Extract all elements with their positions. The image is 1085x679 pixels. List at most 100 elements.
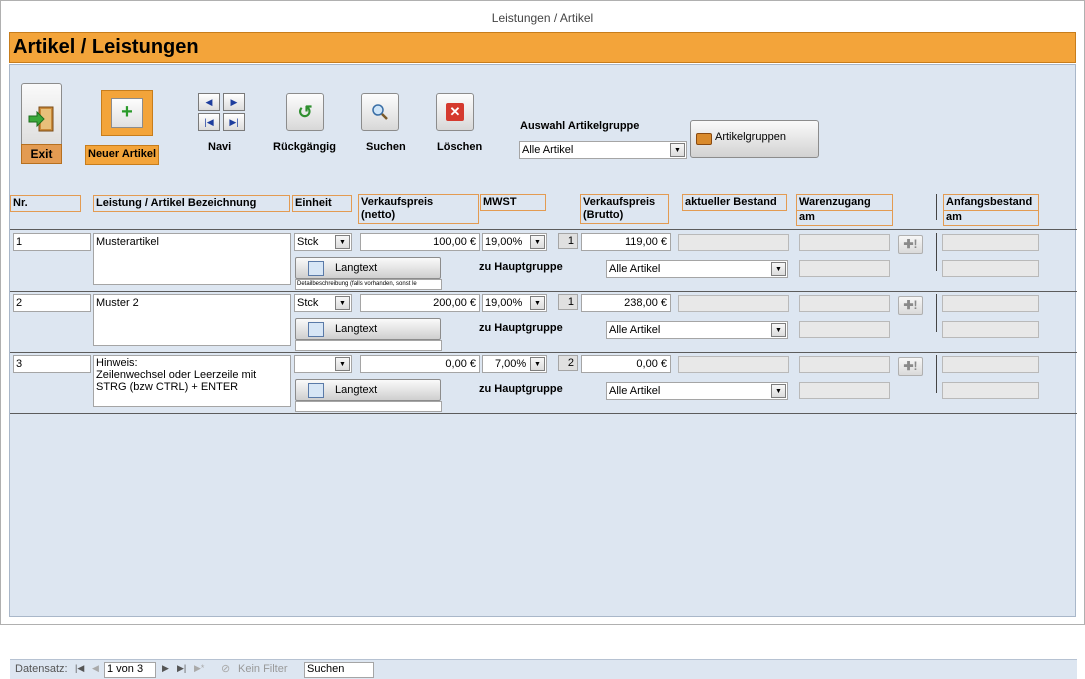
row3-group-value: Alle Artikel <box>609 385 661 397</box>
row3-receipt-date-field <box>799 382 890 399</box>
row1-gross-field[interactable]: 119,00 € <box>581 233 671 251</box>
row1-group-label: zu Hauptgruppe <box>479 261 563 273</box>
row2-unit-select[interactable]: Stck ▼ <box>294 294 352 312</box>
col-header-receipt-line1: Warenzugang <box>799 196 871 208</box>
edit-document-icon <box>308 261 324 276</box>
first-record-button[interactable]: |◀ <box>75 663 84 674</box>
next-record-button[interactable]: ▶ <box>162 663 169 674</box>
plus-icon: + <box>111 98 143 128</box>
exit-button[interactable]: Exit <box>21 83 62 164</box>
col-header-gross: Verkaufspreis (Brutto) <box>580 194 669 224</box>
col-header-gross-line2: (Brutto) <box>583 209 624 221</box>
row2-langtext-label: Langtext <box>335 323 378 335</box>
row2-group-select[interactable]: Alle Artikel ▼ <box>606 321 788 339</box>
prev-record-button[interactable]: ◀ <box>92 663 99 674</box>
row1-langtext-label: Langtext <box>335 262 378 274</box>
row3-langtext-button[interactable]: Langtext <box>295 379 441 401</box>
col-header-vat: MWST <box>480 194 546 211</box>
new-record-button[interactable]: ▶* <box>194 663 204 674</box>
group-select[interactable]: Alle Artikel ▼ <box>519 141 687 159</box>
row3-nr-field[interactable]: 3 <box>13 355 91 373</box>
nav-next-button[interactable]: ▶ <box>223 93 245 111</box>
row3-gross-field[interactable]: 0,00 € <box>581 355 671 373</box>
delete-button[interactable]: ✕ <box>436 93 474 131</box>
filter-status[interactable]: Kein Filter <box>238 663 288 675</box>
row3-net-field[interactable]: 0,00 € <box>360 355 480 373</box>
row2-nr-field[interactable]: 2 <box>13 294 91 312</box>
chevron-down-icon: ▼ <box>530 235 545 249</box>
row1-add-receipt-button[interactable]: ✚! <box>898 235 923 254</box>
row1-net-field[interactable]: 100,00 € <box>360 233 480 251</box>
row1-unit-value: Stck <box>297 236 319 248</box>
filter-icon: ⊘ <box>221 663 231 675</box>
group-select-value: Alle Artikel <box>522 144 574 156</box>
row2-vat-select[interactable]: 19,00% ▼ <box>482 294 547 312</box>
row2-langtext-button[interactable]: Langtext <box>295 318 441 340</box>
nav-last-button[interactable]: ▶| <box>223 113 245 131</box>
row1-nr-field[interactable]: 1 <box>13 233 91 251</box>
chevron-down-icon: ▼ <box>771 262 786 276</box>
search-label: Suchen <box>366 141 406 153</box>
new-article-label: Neuer Artikel <box>85 145 160 165</box>
nav-prev-button[interactable]: ◀ <box>198 93 220 111</box>
row3-vat-select[interactable]: 7,00% ▼ <box>482 355 547 373</box>
row2-receipt-field <box>799 295 890 312</box>
row2-gross-field[interactable]: 238,00 € <box>581 294 671 312</box>
divider <box>936 355 937 393</box>
nav-first-button[interactable]: |◀ <box>198 113 220 131</box>
row3-stock-field <box>678 356 789 373</box>
row3-group-label: zu Hauptgruppe <box>479 383 563 395</box>
chevron-down-icon: ▼ <box>530 296 545 310</box>
chevron-down-icon: ▼ <box>335 235 350 249</box>
record-search-field[interactable]: Suchen <box>304 662 374 678</box>
divider <box>936 233 937 271</box>
undo-icon: ↺ <box>297 101 313 122</box>
form-body: Exit + Neuer Artikel ◀ ▶ |◀ ▶| Navi ↺ Rü… <box>9 64 1077 679</box>
row3-add-receipt-button[interactable]: ✚! <box>898 357 923 376</box>
undo-button[interactable]: ↺ <box>286 93 324 131</box>
article-groups-button[interactable]: Artikelgruppen <box>690 120 819 158</box>
article-groups-label: Artikelgruppen <box>715 131 786 143</box>
row2-net-field[interactable]: 200,00 € <box>360 294 480 312</box>
folder-icon <box>696 133 712 145</box>
chevron-down-icon: ▼ <box>771 323 786 337</box>
app-window: Leistungen / Artikel Artikel / Leistunge… <box>0 0 1085 679</box>
col-header-gross-line1: Verkaufspreis <box>583 196 656 208</box>
edit-document-icon <box>308 322 324 337</box>
row2-initial-date-field <box>942 321 1039 338</box>
row2-initial-field <box>942 295 1039 312</box>
row3-receipt-field <box>799 356 890 373</box>
row1-group-select[interactable]: Alle Artikel ▼ <box>606 260 788 278</box>
row2-name-field[interactable]: Muster 2 <box>93 294 291 346</box>
col-header-net-line2: (netto) <box>361 209 396 221</box>
new-article-button[interactable]: + <box>101 90 153 136</box>
row1-unit-select[interactable]: Stck ▼ <box>294 233 352 251</box>
row1-stock-field <box>678 234 789 251</box>
row1-initial-date-field <box>942 260 1039 277</box>
last-record-button[interactable]: ▶| <box>177 663 186 674</box>
search-button[interactable] <box>361 93 399 131</box>
row2-add-receipt-button[interactable]: ✚! <box>898 296 923 315</box>
divider <box>936 194 937 220</box>
row3-group-select[interactable]: Alle Artikel ▼ <box>606 382 788 400</box>
row2-stock-field <box>678 295 789 312</box>
row3-hint-field <box>295 401 442 412</box>
row1-vat-select[interactable]: 19,00% ▼ <box>482 233 547 251</box>
row1-langtext-button[interactable]: Langtext <box>295 257 441 279</box>
row3-vat-code: 2 <box>558 355 578 371</box>
row1-vat-code: 1 <box>558 233 578 249</box>
row2-unit-value: Stck <box>297 297 319 309</box>
form-header: Artikel / Leistungen <box>9 32 1076 63</box>
row3-unit-select[interactable]: ▼ <box>294 355 352 373</box>
row1-initial-field <box>942 234 1039 251</box>
navi-buttons: ◀ ▶ |◀ ▶| <box>198 93 246 133</box>
divider <box>936 294 937 332</box>
row1-name-field[interactable]: Musterartikel <box>93 233 291 285</box>
col-header-name: Leistung / Artikel Bezeichnung <box>93 195 290 212</box>
record-position-field[interactable]: 1 von 3 <box>104 662 156 678</box>
row3-name-field[interactable]: Hinweis: Zeilenwechsel oder Leerzeile mi… <box>93 355 291 407</box>
row-separator <box>10 413 1077 414</box>
col-header-initial-line2: am <box>944 210 1038 224</box>
col-header-stock: aktueller Bestand <box>682 194 787 211</box>
row-separator <box>10 352 1077 353</box>
